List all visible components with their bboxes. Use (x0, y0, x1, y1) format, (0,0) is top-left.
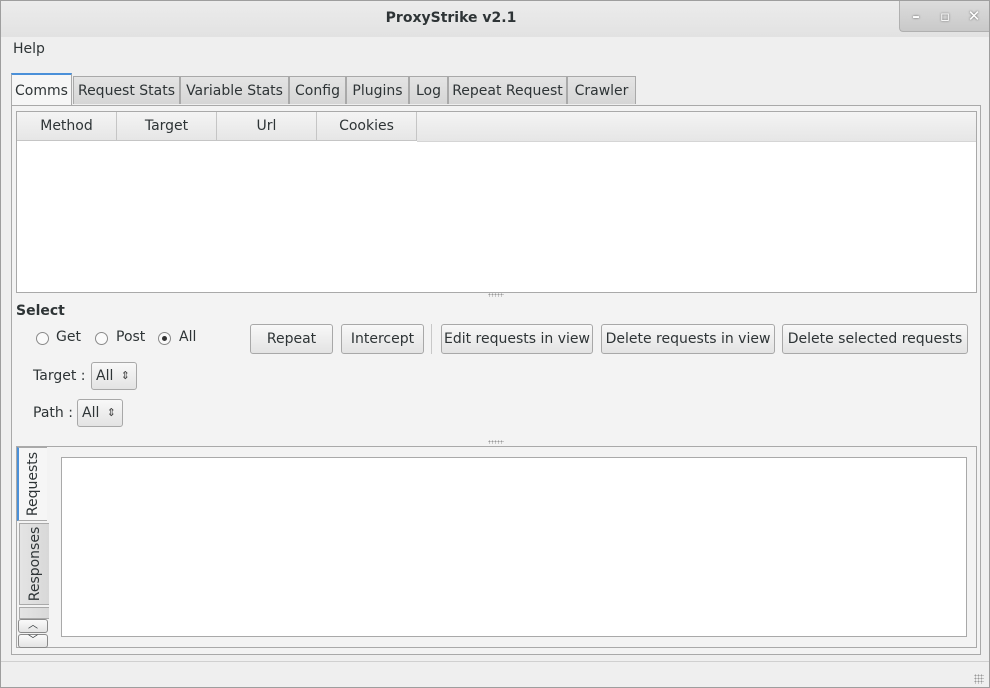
chevron-updown-icon: ⇕ (106, 406, 116, 419)
window-title: ProxyStrike v2.1 (385, 10, 517, 26)
column-header-cookies[interactable]: Cookies (317, 112, 417, 141)
requests-table[interactable]: Method Target Url Cookies (16, 111, 977, 293)
tab-log[interactable]: Log (409, 76, 448, 104)
tab-overflow[interactable] (19, 607, 49, 619)
tab-repeat-request[interactable]: Repeat Request (448, 76, 567, 104)
tab-config[interactable]: Config (289, 76, 346, 104)
title-bar[interactable]: ProxyStrike v2.1 – ▫ ✕ (1, 1, 989, 37)
delete-requests-in-view-button[interactable]: Delete requests in view (601, 324, 775, 354)
tab-requests[interactable]: Requests (17, 447, 47, 521)
path-select-value: All (82, 405, 100, 421)
column-header-method[interactable]: Method (17, 112, 117, 141)
radio-all-label[interactable]: All (179, 329, 196, 345)
column-header-target[interactable]: Target (117, 112, 217, 141)
minimize-icon[interactable]: – (902, 5, 930, 27)
toolbar-separator (431, 324, 432, 354)
tab-responses[interactable]: Responses (19, 523, 49, 605)
menu-help[interactable]: Help (13, 41, 45, 57)
radio-all[interactable] (158, 332, 171, 345)
chevron-updown-icon: ⇕ (120, 369, 130, 382)
tab-responses-label: Responses (26, 526, 43, 602)
tab-plugins[interactable]: Plugins (346, 76, 409, 104)
radio-post[interactable] (95, 332, 108, 345)
radio-get[interactable] (36, 332, 49, 345)
pane-resize-handle[interactable] (488, 293, 504, 297)
tab-variable-stats[interactable]: Variable Stats (180, 76, 289, 104)
request-content-view[interactable] (61, 457, 967, 637)
menu-bar: Help (1, 37, 989, 63)
tab-requests-label: Requests (25, 451, 41, 517)
window-controls: – ▫ ✕ (899, 1, 989, 32)
tab-crawler[interactable]: Crawler (567, 76, 636, 104)
select-heading: Select (16, 303, 65, 319)
radio-get-label[interactable]: Get (56, 329, 81, 345)
pane-resize-handle[interactable] (488, 440, 504, 444)
tab-request-stats[interactable]: Request Stats (73, 76, 180, 104)
target-label: Target : (33, 368, 86, 384)
request-response-panel: Requests Responses ︿ ﹀ (16, 446, 977, 648)
edit-requests-in-view-button[interactable]: Edit requests in view (441, 324, 593, 354)
column-header-url[interactable]: Url (217, 112, 317, 141)
intercept-button[interactable]: Intercept (341, 324, 424, 354)
target-select-value: All (96, 368, 114, 384)
tab-scroll-up-icon[interactable]: ︿ (18, 619, 48, 633)
close-icon[interactable]: ✕ (960, 5, 988, 27)
repeat-button[interactable]: Repeat (250, 324, 333, 354)
application-window: ProxyStrike v2.1 – ▫ ✕ Help Comms Reques… (0, 0, 990, 688)
column-header-filler (417, 112, 976, 142)
comms-panel: Method Target Url Cookies Select Get Pos… (11, 105, 981, 655)
maximize-icon[interactable]: ▫ (931, 5, 959, 27)
target-select[interactable]: All ⇕ (91, 362, 137, 390)
path-select[interactable]: All ⇕ (77, 399, 123, 427)
tab-scroll-down-icon[interactable]: ﹀ (18, 634, 48, 648)
path-label: Path : (33, 405, 73, 421)
radio-post-label[interactable]: Post (116, 329, 145, 345)
delete-selected-requests-button[interactable]: Delete selected requests (782, 324, 968, 354)
tab-comms[interactable]: Comms (11, 73, 72, 107)
window-resize-grip-icon[interactable] (974, 674, 984, 684)
status-bar (1, 661, 989, 687)
